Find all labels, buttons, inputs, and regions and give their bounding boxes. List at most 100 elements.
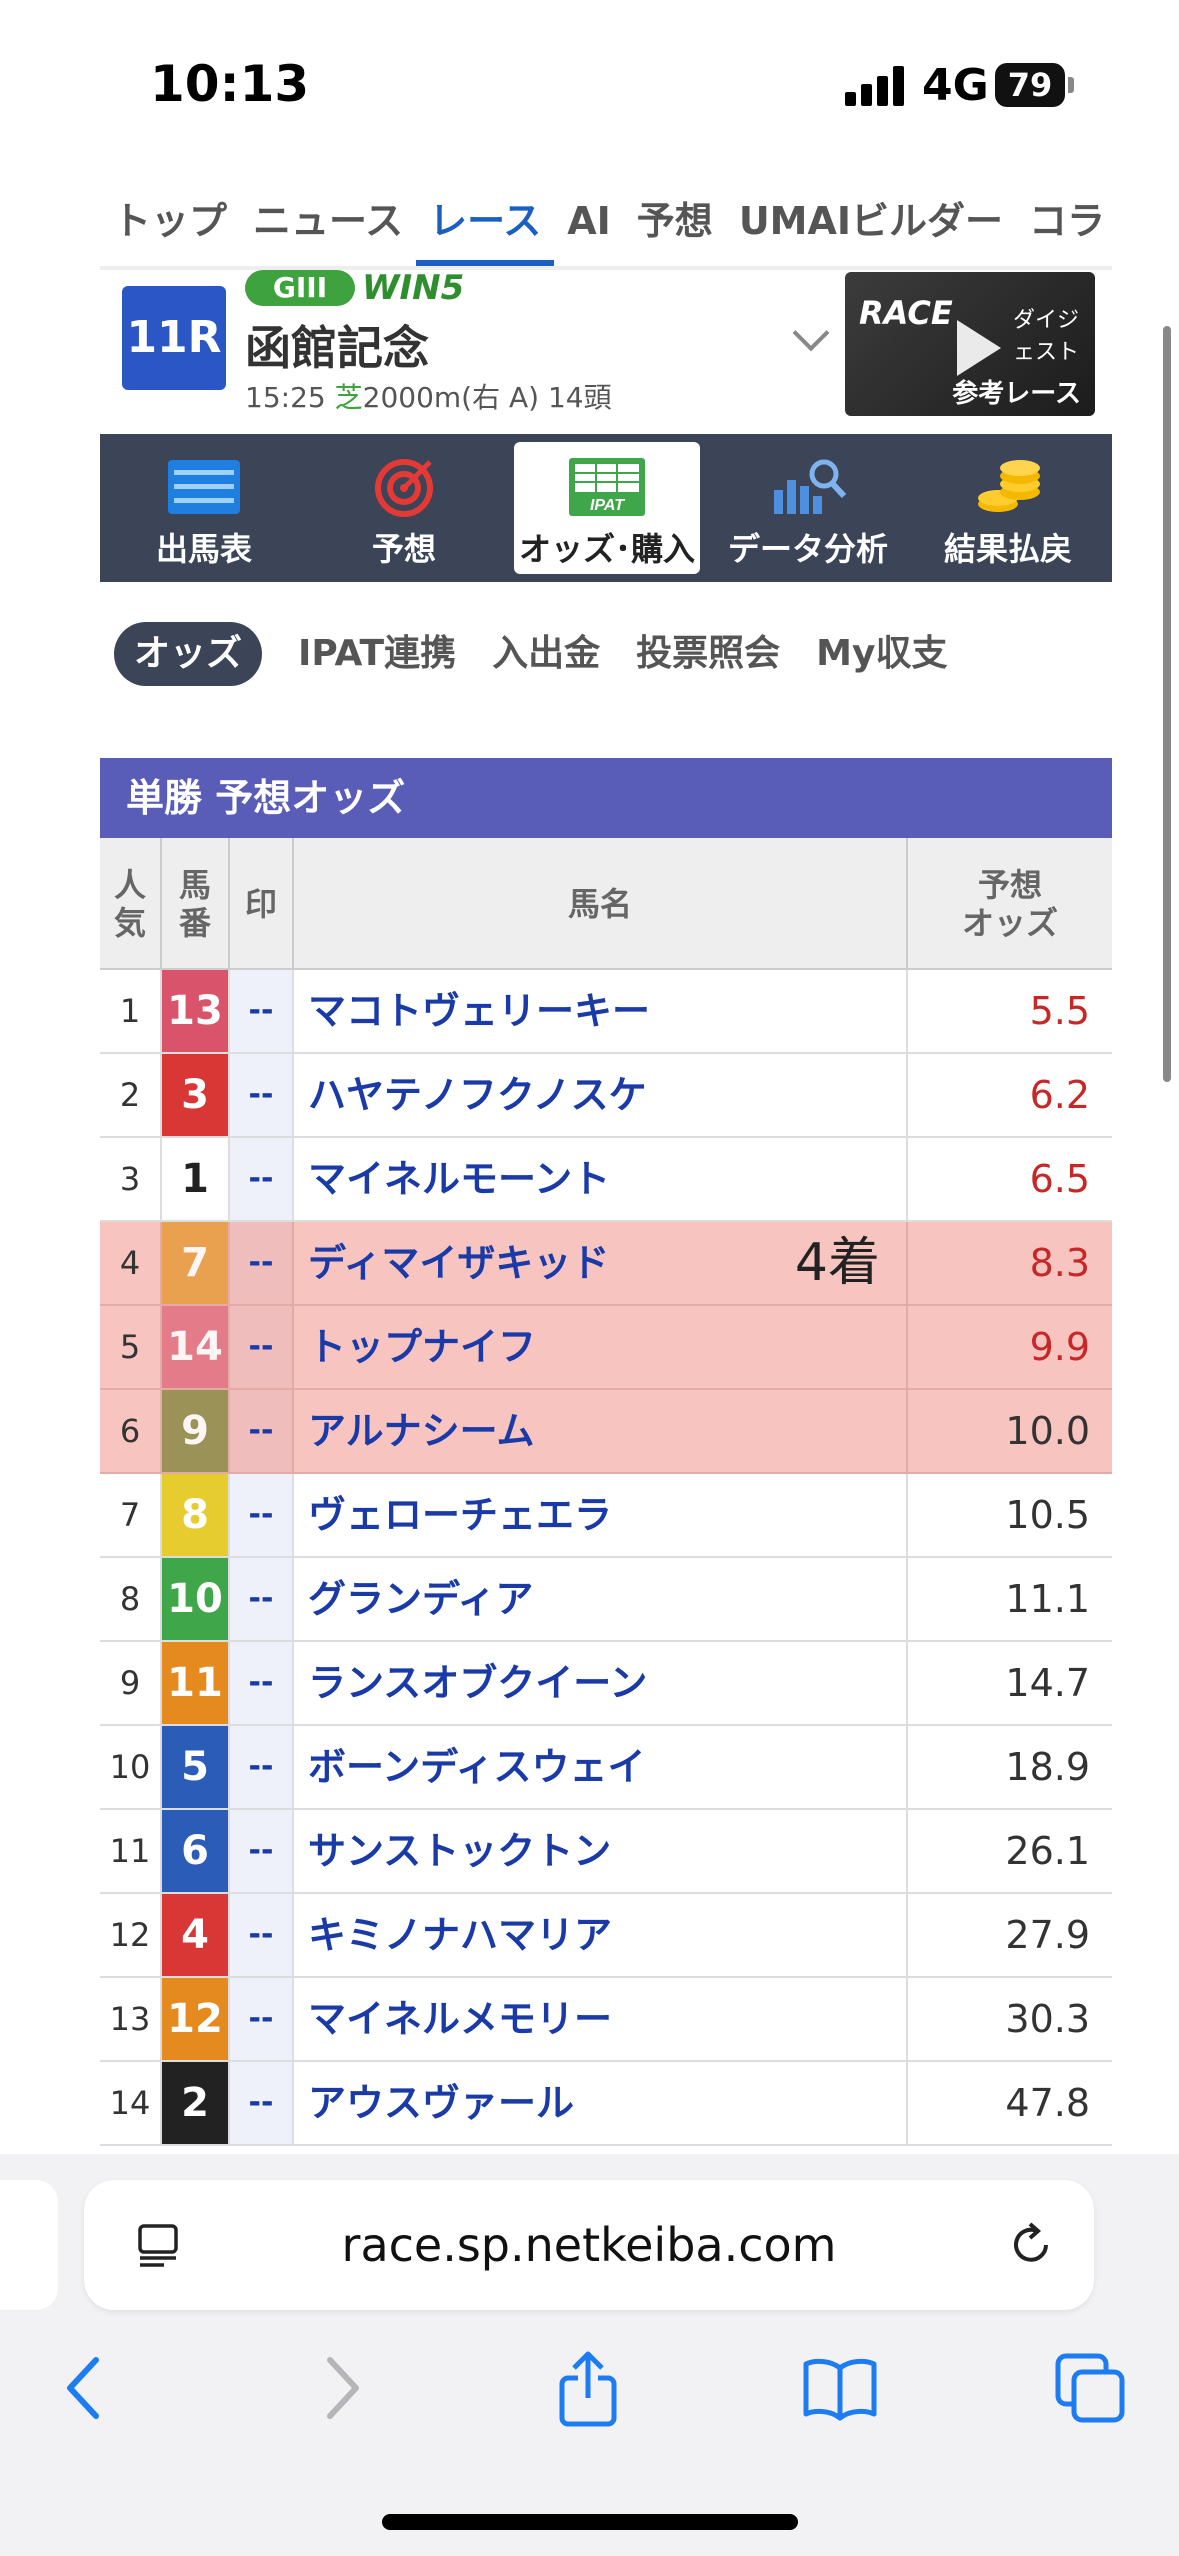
battery-icon: 79 (995, 63, 1065, 107)
tabs-icon[interactable] (1050, 2348, 1130, 2428)
horse-name-link[interactable]: ヴェローチェエラ (294, 1474, 908, 1556)
table-row[interactable]: 2 3 -- ハヤテノフクノスケ 6.2 (100, 1054, 1112, 1138)
mark-cell[interactable]: -- (230, 1054, 294, 1136)
forward-icon[interactable] (300, 2348, 380, 2428)
table-row[interactable]: 6 9 -- アルナシーム 10.0 (100, 1390, 1112, 1474)
table-row[interactable]: 8 10 -- グランディア 11.1 (100, 1558, 1112, 1642)
race-header[interactable]: 11R GIII WIN5 函館記念 15:25 芝2000m(右 A) 14頭… (100, 268, 1112, 420)
menu-label: 結果払戻 (943, 530, 1072, 568)
popularity-cell: 8 (100, 1558, 162, 1640)
subtab[interactable]: オッズ (114, 622, 263, 686)
popularity-cell: 6 (100, 1390, 162, 1472)
col-horse-number: 馬 番 (162, 838, 230, 970)
table-row[interactable]: 14 2 -- アウスヴァール 47.8 (100, 2062, 1112, 2146)
menu-label: オッズ･購入 (518, 530, 695, 568)
previous-tab-preview[interactable] (0, 2180, 58, 2310)
table-row[interactable]: 7 8 -- ヴェローチェエラ 10.5 (100, 1474, 1112, 1558)
table-row[interactable]: 12 4 -- キミノナハマリア 27.9 (100, 1894, 1112, 1978)
subtab[interactable]: 投票照会 (636, 622, 780, 686)
mark-cell[interactable]: -- (230, 1390, 294, 1472)
back-icon[interactable] (46, 2348, 126, 2428)
popularity-cell: 13 (100, 1978, 162, 2060)
horse-name-link[interactable]: マイネルモーント (294, 1138, 908, 1220)
mark-cell[interactable]: -- (230, 1306, 294, 1388)
mark-cell[interactable]: -- (230, 1978, 294, 2060)
horse-name-link[interactable]: グランディア (294, 1558, 908, 1640)
horse-name-link[interactable]: トップナイフ (294, 1306, 908, 1388)
subtab[interactable]: IPAT連携 (298, 622, 456, 686)
bookmarks-icon[interactable] (800, 2348, 880, 2428)
menu-data-analysis[interactable]: データ分析 (708, 434, 908, 582)
horse-number-cell: 10 (162, 1558, 230, 1640)
nav-tab[interactable]: トップ (100, 190, 240, 266)
mark-cell[interactable]: -- (230, 1474, 294, 1556)
nav-tab[interactable]: AI (554, 190, 624, 266)
svg-text:IPAT: IPAT (590, 497, 625, 514)
subtab[interactable]: 入出金 (492, 622, 600, 686)
mark-cell[interactable]: -- (230, 1558, 294, 1640)
subtab[interactable]: My収支 (816, 622, 947, 686)
odds-cell: 10.5 (1005, 1493, 1090, 1537)
odds-cell: 26.1 (1005, 1829, 1090, 1873)
reload-icon[interactable] (1004, 2218, 1058, 2272)
horse-name-link[interactable]: マコトヴェリーキー (294, 970, 908, 1052)
table-row[interactable]: 5 14 -- トップナイフ 9.9 (100, 1306, 1112, 1390)
popularity-cell: 14 (100, 2062, 162, 2144)
nav-tab[interactable]: コラ (1016, 190, 1112, 266)
table-row[interactable]: 10 5 -- ボーンディスウェイ 18.9 (100, 1726, 1112, 1810)
share-icon[interactable] (548, 2348, 628, 2428)
horse-name-link[interactable]: サンストックトン (294, 1810, 908, 1892)
horse-number-cell: 9 (162, 1390, 230, 1472)
horse-name-link[interactable]: ランスオブクイーン (294, 1642, 908, 1724)
mark-cell[interactable]: -- (230, 2062, 294, 2144)
digest-label: ダイジェスト (1013, 308, 1080, 365)
mark-cell[interactable]: -- (230, 1138, 294, 1220)
popularity-cell: 11 (100, 1810, 162, 1892)
status-bar: 10:13 4G 79 (0, 0, 1179, 160)
mark-cell[interactable]: -- (230, 1894, 294, 1976)
finish-annotation: 4着 (794, 1233, 880, 1293)
odds-cell: 14.7 (1005, 1661, 1090, 1705)
horse-number-cell: 7 (162, 1222, 230, 1304)
mark-cell[interactable]: -- (230, 1642, 294, 1724)
reference-race-caption: 参考レース (952, 379, 1081, 409)
nav-tab[interactable]: レース (416, 190, 555, 266)
scrollbar[interactable] (1163, 326, 1171, 1082)
horse-number-cell: 6 (162, 1810, 230, 1892)
nav-tab[interactable]: 予想 (624, 190, 726, 266)
chevron-down-icon[interactable] (792, 314, 830, 352)
reference-race-video[interactable]: RACE ダイジェスト 参考レース (845, 272, 1095, 416)
signal-icon (845, 66, 907, 106)
play-icon[interactable] (957, 320, 1001, 376)
menu-results[interactable]: 結果払戻 (908, 434, 1108, 582)
mark-cell[interactable]: -- (230, 1222, 294, 1304)
table-row[interactable]: 11 6 -- サンストックトン 26.1 (100, 1810, 1112, 1894)
odds-cell: 6.2 (1029, 1073, 1090, 1117)
menu-yosou[interactable]: 予想 (304, 434, 504, 582)
horse-name-link[interactable]: アルナシーム (294, 1390, 908, 1472)
table-row[interactable]: 3 1 -- マイネルモーント 6.5 (100, 1138, 1112, 1222)
menu-odds-purchase[interactable]: IPAT オッズ･購入 (514, 442, 700, 574)
horse-name-link[interactable]: マイネルメモリー (294, 1978, 908, 2060)
odds-table-body: 1 13 -- マコトヴェリーキー 5.5 2 3 -- ハヤテノフクノスケ 6.2 3 1 -- マイネ… (100, 970, 1112, 2146)
menu-label: データ分析 (727, 530, 888, 568)
horse-name-link[interactable]: ハヤテノフクノスケ (294, 1054, 908, 1136)
horse-name-link[interactable]: キミノナハマリア (294, 1894, 908, 1976)
url-text: race.sp.netkeiba.com (341, 2218, 837, 2272)
odds-cell: 6.5 (1029, 1157, 1090, 1201)
table-row[interactable]: 9 11 -- ランスオブクイーン 14.7 (100, 1642, 1112, 1726)
table-row[interactable]: 13 12 -- マイネルメモリー 30.3 (100, 1978, 1112, 2062)
coins-icon (978, 460, 1040, 512)
mark-cell[interactable]: -- (230, 970, 294, 1052)
race-number-badge: 11R (122, 286, 226, 390)
menu-shutuba[interactable]: 出馬表 (104, 434, 304, 582)
nav-tab[interactable]: UMAIビルダー (726, 190, 1016, 266)
table-row[interactable]: 1 13 -- マコトヴェリーキー 5.5 (100, 970, 1112, 1054)
address-bar[interactable]: race.sp.netkeiba.com (84, 2180, 1094, 2310)
table-row[interactable]: 4 7 -- ディマイザキッド 4着 8.3 (100, 1222, 1112, 1306)
nav-tab[interactable]: ニュース (240, 190, 416, 266)
mark-cell[interactable]: -- (230, 1810, 294, 1892)
horse-name-link[interactable]: アウスヴァール (294, 2062, 908, 2144)
mark-cell[interactable]: -- (230, 1726, 294, 1808)
horse-name-link[interactable]: ボーンディスウェイ (294, 1726, 908, 1808)
